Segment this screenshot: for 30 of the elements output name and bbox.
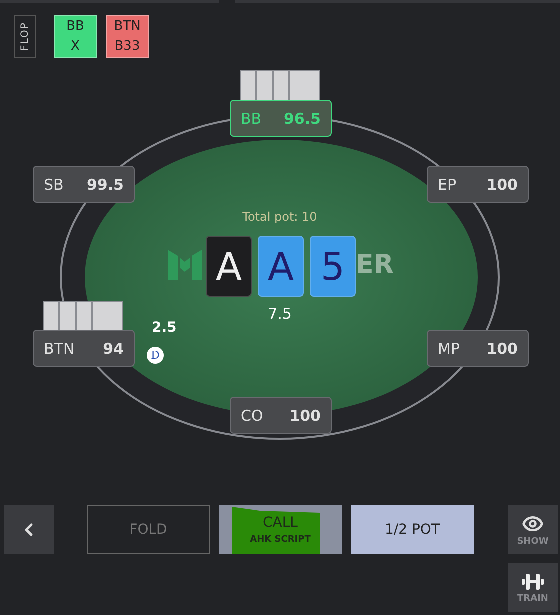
bet-amount: 2.5 xyxy=(152,320,177,336)
street-label: FLOP xyxy=(14,15,36,58)
logo-text: ER xyxy=(356,250,394,280)
seat-stack: 100 xyxy=(486,176,518,194)
raise-button[interactable]: 1/2 POT xyxy=(351,505,474,554)
logo-icon xyxy=(168,250,202,280)
seat-position: CO xyxy=(241,406,264,424)
seat-stack: 100 xyxy=(290,406,321,424)
seat-stack: 99.5 xyxy=(86,176,124,194)
seat-position: SB xyxy=(44,176,64,194)
seat-position: EP xyxy=(438,176,457,194)
call-button[interactable]: CALL AHK SCRIPT xyxy=(219,505,342,554)
board-card: A xyxy=(206,236,252,297)
pot-amount: 7.5 xyxy=(267,305,293,323)
seat-position: BTN xyxy=(44,340,75,358)
seat-stack: 96.5 xyxy=(284,110,321,128)
seat-position: BB xyxy=(241,110,262,128)
board-card: A xyxy=(258,236,304,297)
action-tag: BB X xyxy=(54,15,97,58)
show-button[interactable]: SHOW xyxy=(508,505,558,554)
board-card: 5 xyxy=(310,236,356,297)
total-pot-label: Total pot: 10 xyxy=(242,210,318,224)
train-button[interactable]: TRAIN xyxy=(508,563,558,612)
seat-stack: 100 xyxy=(486,340,518,358)
seat-stack: 94 xyxy=(103,340,124,358)
back-button[interactable] xyxy=(4,505,54,554)
fold-button[interactable]: FOLD xyxy=(87,505,210,554)
seat-position: MP xyxy=(438,340,460,358)
dumbbell-icon xyxy=(522,572,544,592)
action-tag: BTN B33 xyxy=(106,15,149,58)
